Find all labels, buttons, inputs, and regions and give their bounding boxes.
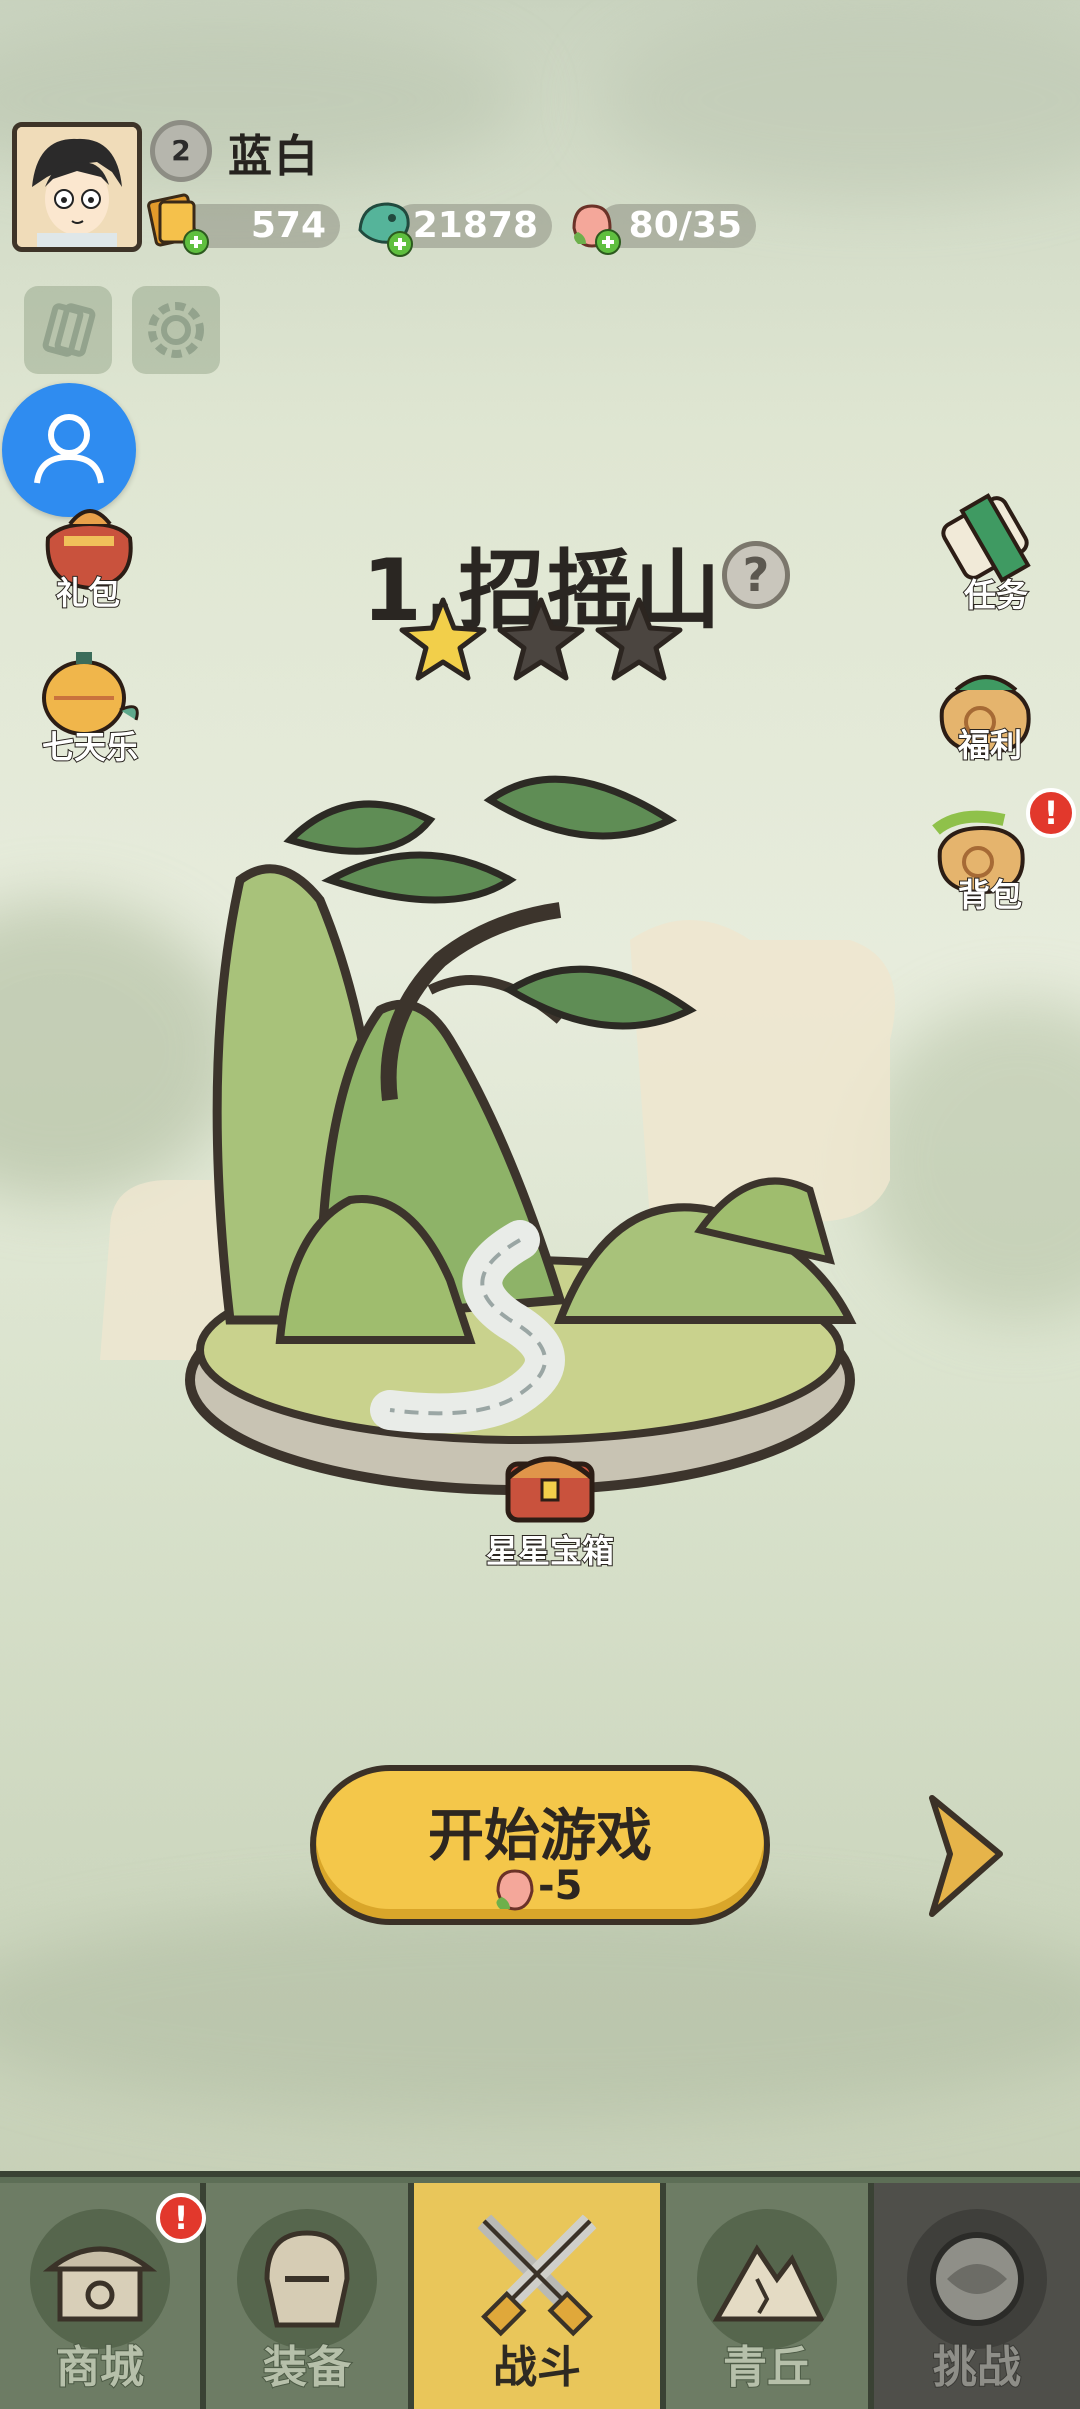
player-level-badge: 2	[150, 120, 212, 182]
tasks-button[interactable]: 任务	[920, 488, 1060, 618]
star-chest-label: 星星宝箱	[485, 1531, 615, 1571]
star-chest-button[interactable]: 星星宝箱	[480, 1444, 620, 1571]
mountain-peak-icon	[697, 2209, 837, 2349]
cards-icon	[42, 303, 96, 357]
tab-qingqiu-label: 青丘	[722, 2341, 812, 2394]
player-avatar[interactable]	[12, 122, 142, 252]
treasure-chest-icon	[505, 1456, 595, 1523]
jade-add-icon[interactable]	[352, 192, 418, 258]
cards-button[interactable]	[24, 286, 112, 374]
peach-add-icon[interactable]	[560, 192, 626, 258]
avatar-portrait-icon	[17, 127, 137, 247]
tab-qingqiu[interactable]: 青丘	[666, 2183, 874, 2409]
gift-pack-label: 礼包	[55, 573, 121, 613]
help-button[interactable]: ?	[722, 541, 790, 609]
ticket-add-icon[interactable]	[146, 192, 212, 258]
bottom-nav: 商城 ! 装备 战斗 青丘 挑战	[0, 2171, 1080, 2409]
shop-pavilion-icon	[30, 2209, 170, 2349]
chevron-right-icon	[929, 1795, 1003, 1917]
start-game-label: 开始游戏	[428, 1804, 652, 1869]
tab-shop[interactable]: 商城 !	[0, 2183, 206, 2409]
tab-challenge[interactable]: 挑战	[874, 2183, 1080, 2409]
next-stage-button[interactable]	[920, 1790, 1010, 1920]
challenge-orb-icon	[907, 2209, 1047, 2349]
tasks-label: 任务	[963, 575, 1029, 615]
star-empty-icon	[497, 597, 585, 681]
crossed-swords-icon	[473, 2210, 601, 2337]
bag-alert-badge: !	[1026, 788, 1076, 838]
start-game-button[interactable]: 开始游戏 -5	[310, 1765, 770, 1925]
stage-stars	[399, 597, 683, 681]
star-empty-icon	[595, 597, 683, 681]
tab-battle[interactable]: 战斗	[414, 2183, 666, 2409]
player-name: 蓝白	[228, 131, 320, 182]
start-cost: -5	[538, 1863, 583, 1909]
tab-equip[interactable]: 装备	[206, 2183, 414, 2409]
settings-button[interactable]	[132, 286, 220, 374]
tab-shop-label: 商城	[55, 2341, 145, 2394]
tab-equip-label: 装备	[262, 2341, 352, 2394]
tab-challenge-label: 挑战	[932, 2341, 1022, 2394]
tab-battle-label: 战斗	[493, 2342, 581, 2393]
gear-icon	[148, 302, 204, 358]
seven-day-button[interactable]: 七天乐	[24, 640, 154, 770]
peach-icon	[488, 1863, 542, 1917]
helmet-icon	[237, 2209, 377, 2349]
shop-alert-badge: !	[156, 2193, 206, 2243]
gift-pack-button[interactable]: 礼包	[24, 488, 154, 618]
star-earned-icon	[399, 597, 487, 681]
